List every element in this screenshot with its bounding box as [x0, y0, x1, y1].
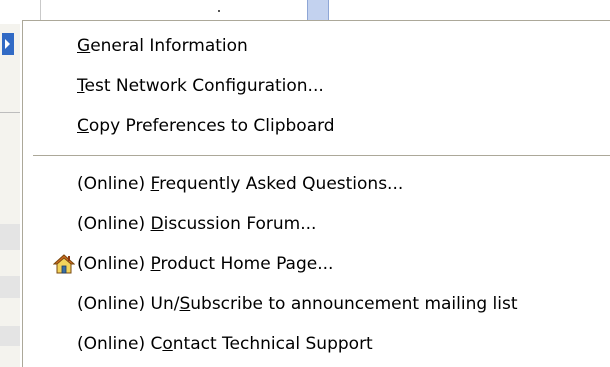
menu-item-label: General Information	[77, 35, 248, 56]
home-icon	[53, 254, 75, 274]
menu-separator	[33, 155, 610, 157]
background-list-row[interactable]	[40, 0, 340, 20]
menu-item-subscribe-announcements[interactable]: (Online) Un/Subscribe to announcement ma…	[23, 288, 610, 320]
menu-item-contact-support[interactable]: (Online) Contact Technical Support	[23, 328, 610, 360]
cursor-mark	[218, 10, 220, 12]
menu-item-general-information[interactable]: General Information	[23, 30, 610, 62]
menu-item-discussion-forum[interactable]: (Online) Discussion Forum...	[23, 208, 610, 240]
menu-item-faq[interactable]: (Online) Frequently Asked Questions...	[23, 168, 610, 200]
menu-item-label: Test Network Configuration...	[77, 75, 324, 96]
context-menu: General Information Test Network Configu…	[22, 20, 610, 367]
menu-item-product-home-page[interactable]: (Online) Product Home Page...	[23, 248, 610, 280]
background-row	[0, 224, 20, 250]
submenu-arrow-icon[interactable]	[2, 33, 14, 55]
menu-item-label: (Online) Frequently Asked Questions...	[77, 173, 404, 194]
screen: General Information Test Network Configu…	[0, 0, 610, 367]
menu-item-label: Copy Preferences to Clipboard	[77, 115, 335, 136]
menu-item-label: (Online) Un/Subscribe to announcement ma…	[77, 293, 518, 314]
menu-item-copy-preferences[interactable]: Copy Preferences to Clipboard	[23, 110, 610, 142]
background-left-pane	[0, 24, 20, 367]
menu-item-label: (Online) Discussion Forum...	[77, 213, 317, 234]
selected-cell[interactable]	[307, 0, 329, 20]
divider	[0, 112, 20, 113]
background-row	[0, 326, 20, 346]
menu-item-label: (Online) Contact Technical Support	[77, 333, 373, 354]
menu-item-label: (Online) Product Home Page...	[77, 253, 334, 274]
menu-item-test-network-configuration[interactable]: Test Network Configuration...	[23, 70, 610, 102]
background-row	[0, 276, 20, 298]
